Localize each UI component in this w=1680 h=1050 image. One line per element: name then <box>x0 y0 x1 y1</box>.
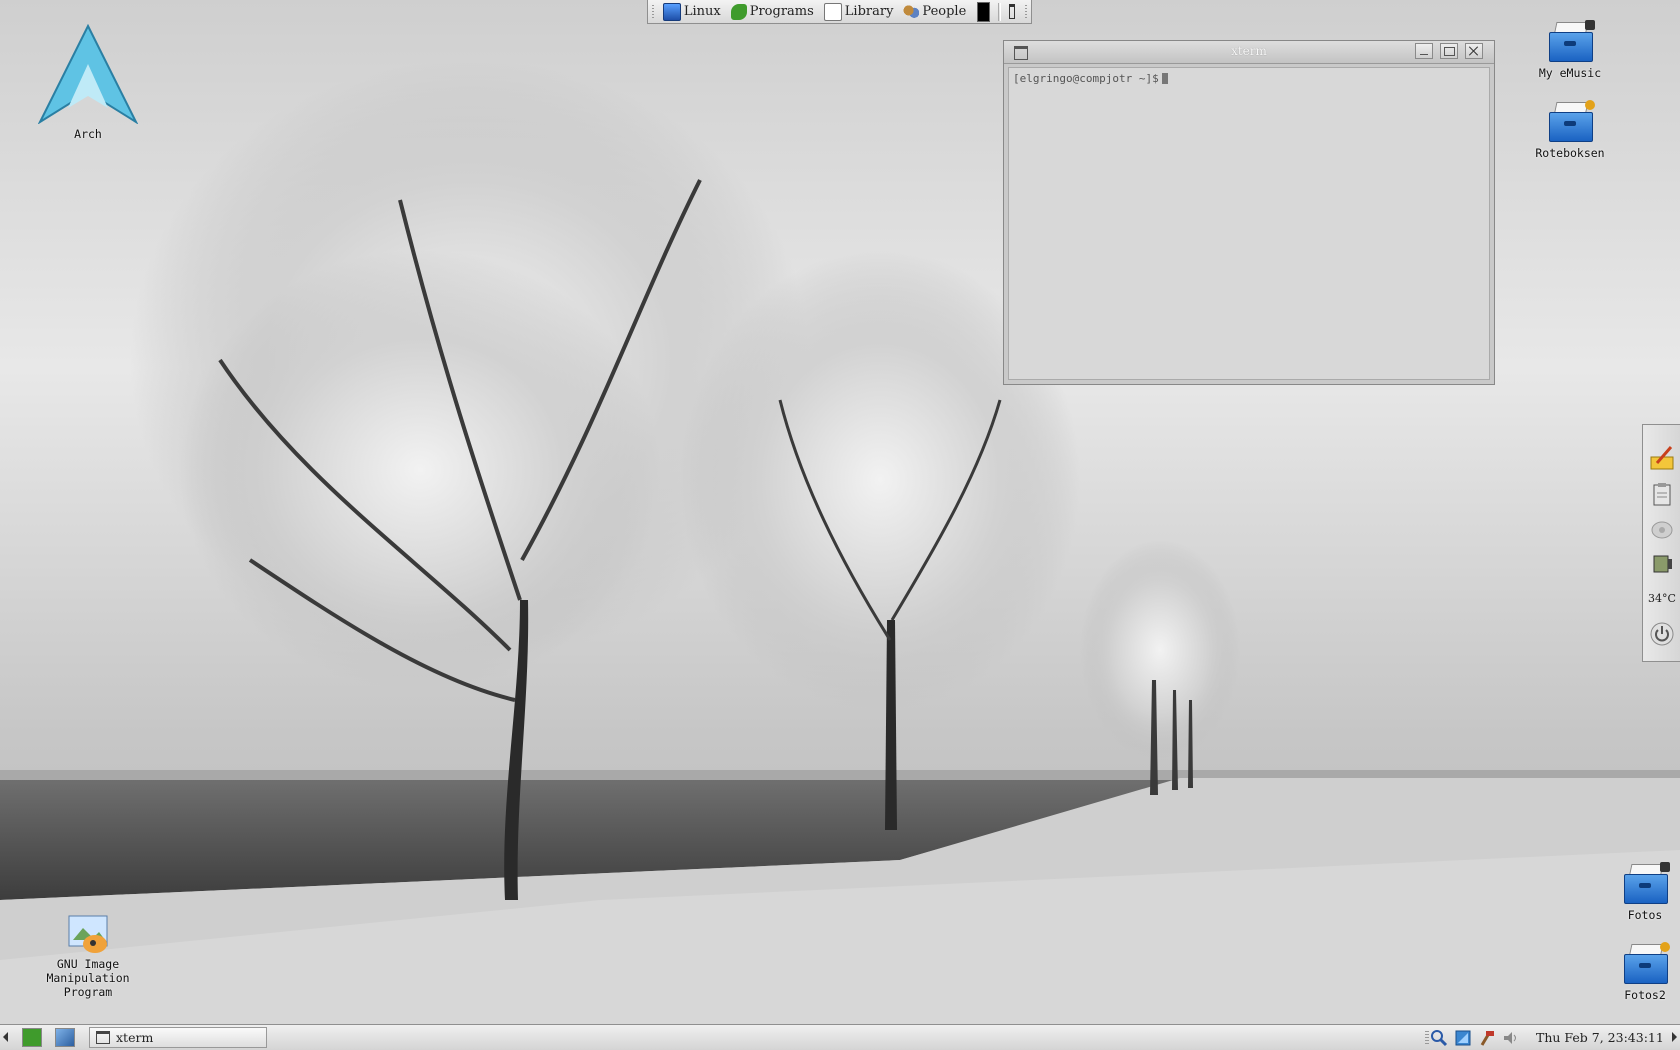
sensor-chip-icon <box>1649 553 1675 579</box>
tools-icon[interactable] <box>1478 1029 1496 1047</box>
side-dock: 34°C <box>1642 424 1680 662</box>
box-folder-icon <box>1545 20 1595 62</box>
minimize-button[interactable] <box>1415 43 1433 59</box>
close-button[interactable] <box>1465 43 1483 59</box>
menu-people-label: People <box>922 4 967 19</box>
menu-programs[interactable]: Programs <box>726 1 819 23</box>
programs-launcher-icon[interactable] <box>22 1028 42 1047</box>
gimp-label-line1: GNU Image <box>56 957 120 971</box>
desktop-icon-my-emusic-label: My eMusic <box>1538 66 1602 80</box>
symlink-badge-icon <box>1585 20 1595 30</box>
pager-workspace[interactable] <box>977 1 991 22</box>
desktop-icon-my-emusic[interactable]: My eMusic <box>1520 20 1620 80</box>
panel-separator <box>998 2 1001 21</box>
bottom-taskbar: xterm Thu Feb 7, 23:43:11 <box>0 1024 1680 1050</box>
menu-programs-label: Programs <box>749 4 814 19</box>
search-icon[interactable] <box>1430 1029 1448 1047</box>
window-icon <box>96 1031 110 1044</box>
desktop-icon-arch[interactable]: Arch <box>37 23 139 141</box>
task-button-xterm[interactable]: xterm <box>89 1027 267 1048</box>
scroll-left-arrow-icon[interactable] <box>3 1032 8 1042</box>
gimp-label-line2: Manipulation <box>46 971 130 985</box>
notes-icon[interactable] <box>1649 445 1675 471</box>
drive-icon[interactable] <box>1649 517 1675 543</box>
gimp-label-line3: Program <box>63 985 113 999</box>
emblem-smile-icon <box>1585 100 1595 110</box>
box-folder-icon <box>1545 100 1595 142</box>
desktop-icon-fotos-label: Fotos <box>1627 908 1663 922</box>
menu-linux-label: Linux <box>683 4 721 19</box>
network-icon[interactable] <box>1454 1029 1472 1047</box>
xterm-window[interactable]: xterm [elgringo@compjotr ~]$ <box>1003 40 1495 385</box>
top-panel: Linux Programs Library People <box>647 0 1032 24</box>
menu-linux[interactable]: Linux <box>658 1 726 23</box>
clock[interactable]: Thu Feb 7, 23:43:11 <box>1536 1030 1664 1045</box>
box-folder-icon <box>1620 862 1670 904</box>
clipboard-icon[interactable] <box>1649 481 1675 507</box>
text-cursor <box>1161 73 1168 84</box>
box-folder-icon <box>1620 942 1670 984</box>
gimp-launcher-icon[interactable] <box>55 1028 75 1047</box>
volume-icon[interactable] <box>1502 1029 1520 1047</box>
computer-icon <box>662 2 681 21</box>
task-button-xterm-label: xterm <box>116 1030 154 1045</box>
show-desktop-icon[interactable] <box>1008 4 1016 19</box>
temperature-readout: 34°C <box>1648 592 1676 605</box>
menu-people[interactable]: People <box>898 1 971 23</box>
desktop-icon-roteboksen-label: Roteboksen <box>1535 146 1605 160</box>
scroll-right-arrow-icon[interactable] <box>1672 1032 1677 1042</box>
programs-icon <box>730 3 747 20</box>
desktop-icon-arch-label: Arch <box>74 127 102 141</box>
power-icon[interactable] <box>1649 621 1675 647</box>
menu-library-label: Library <box>844 4 894 19</box>
desktop-icon-gimp[interactable]: GNU Image Manipulation Program <box>38 910 138 999</box>
shell-prompt: [elgringo@compjotr ~]$ <box>1013 72 1159 85</box>
symlink-badge-icon <box>1660 862 1670 872</box>
maximize-button[interactable] <box>1440 43 1458 59</box>
system-tray <box>1430 1029 1520 1047</box>
desktop-icon-fotos[interactable]: Fotos <box>1610 862 1680 922</box>
arch-logo-icon <box>37 23 139 125</box>
menu-library[interactable]: Library <box>819 1 899 23</box>
document-icon <box>823 2 842 21</box>
desktop-icon-roteboksen[interactable]: Roteboksen <box>1520 100 1620 160</box>
xterm-titlebar[interactable]: xterm <box>1004 41 1494 64</box>
desktop-icon-fotos2[interactable]: Fotos2 <box>1610 942 1680 1002</box>
panel-grip[interactable] <box>652 4 654 19</box>
panel-grip-right[interactable] <box>1025 4 1027 19</box>
terminal-area[interactable]: [elgringo@compjotr ~]$ <box>1008 67 1490 380</box>
tray-grip[interactable] <box>1425 1031 1429 1045</box>
desktop-icon-fotos2-label: Fotos2 <box>1624 988 1666 1002</box>
emblem-drive-icon <box>1660 942 1670 952</box>
people-icon <box>903 3 920 20</box>
gimp-icon <box>68 915 108 953</box>
